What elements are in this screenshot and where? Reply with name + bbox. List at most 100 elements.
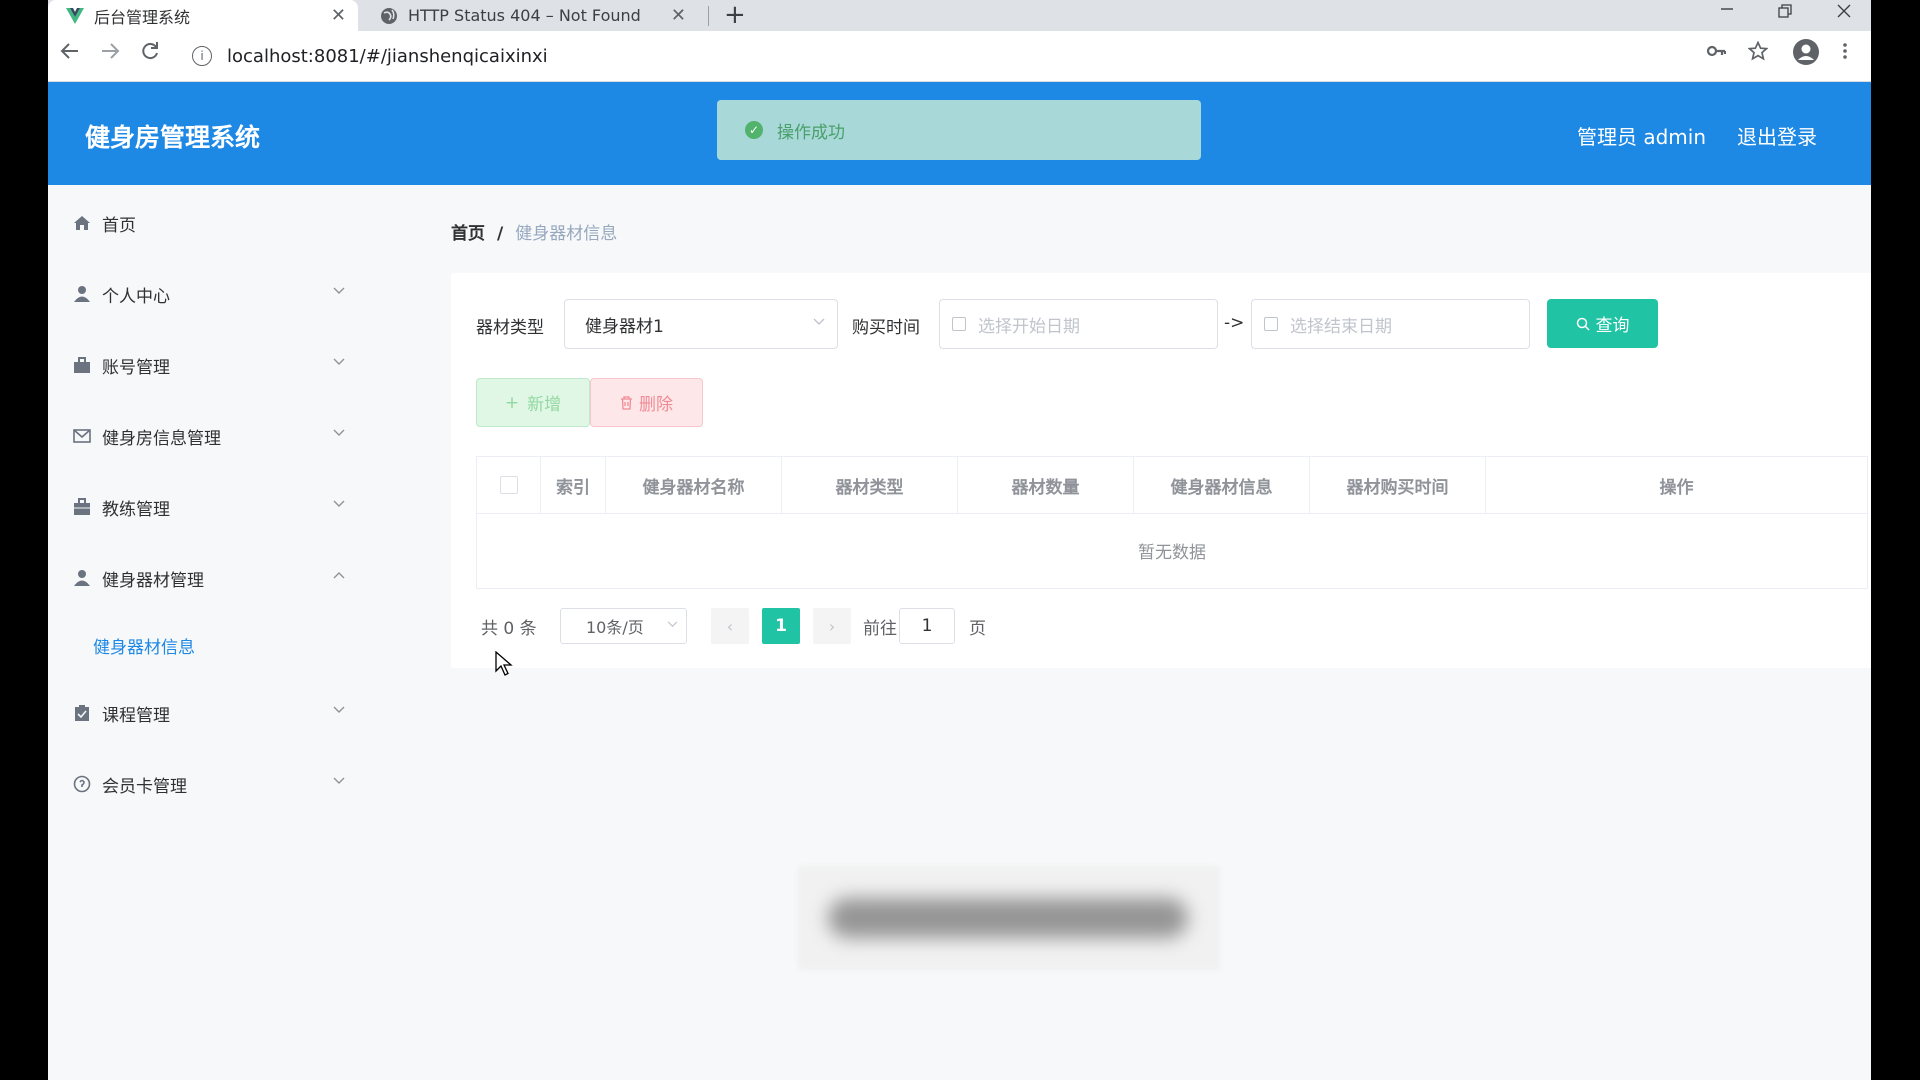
goto-label: 前往 <box>863 619 897 639</box>
page-number-current[interactable]: 1 <box>762 608 800 644</box>
suitcase-icon <box>72 497 92 517</box>
next-page-button[interactable]: › <box>813 608 851 644</box>
app-header: 健身房管理系统 ✓ 操作成功 管理员 admin 退出登录 <box>48 82 1871 185</box>
column-header[interactable]: 索引 <box>541 457 606 513</box>
add-button[interactable]: + 新增 <box>476 378 590 427</box>
user-icon <box>72 284 92 304</box>
chevron-down-icon <box>333 496 345 512</box>
start-date-placeholder: 选择开始日期 <box>978 316 1080 337</box>
back-icon[interactable] <box>60 41 80 68</box>
info-icon[interactable]: i <box>192 46 212 66</box>
check-circle-icon: ✓ <box>745 121 763 139</box>
breadcrumb: 首页 / 健身器材信息 <box>451 219 617 244</box>
pagination-total: 共 0 条 <box>481 619 537 639</box>
star-icon[interactable] <box>1747 40 1769 67</box>
sidebar-item-accounts[interactable]: 账号管理 <box>48 340 376 390</box>
close-window-icon[interactable] <box>1837 2 1851 24</box>
breadcrumb-current: 健身器材信息 <box>515 224 618 244</box>
column-header[interactable]: 器材类型 <box>782 457 958 513</box>
chevron-down-icon <box>667 617 678 632</box>
sidebar-item-member-cards[interactable]: 会员卡管理 <box>48 759 376 809</box>
calendar-icon <box>952 317 966 331</box>
sidebar-item-label: 个人中心 <box>102 286 170 307</box>
vue-logo-icon <box>66 7 84 25</box>
page-size-value: 10条/页 <box>586 618 644 637</box>
search-icon <box>1576 317 1590 331</box>
chevron-down-icon <box>333 425 345 441</box>
column-header[interactable]: 器材购买时间 <box>1310 457 1486 513</box>
success-toast: ✓ 操作成功 <box>717 100 1201 160</box>
type-select-value: 健身器材1 <box>585 316 664 337</box>
add-label: 新增 <box>527 395 562 415</box>
chevron-down-icon <box>333 354 345 370</box>
delete-button[interactable]: 删除 <box>590 378 703 427</box>
column-header[interactable]: 器材数量 <box>958 457 1134 513</box>
close-icon[interactable]: ✕ <box>671 5 686 26</box>
type-select[interactable]: 健身器材1 <box>564 299 838 349</box>
sidebar-item-home[interactable]: 首页 <box>48 198 376 248</box>
app-title: 健身房管理系统 <box>85 123 261 152</box>
menu-dots-icon[interactable] <box>1842 41 1848 67</box>
key-icon[interactable] <box>1706 41 1727 67</box>
home-icon <box>72 213 92 233</box>
page-size-select[interactable]: 10条/页 <box>560 608 687 644</box>
calendar-icon <box>1264 317 1278 331</box>
delete-label: 删除 <box>639 395 673 415</box>
chevron-down-icon <box>333 773 345 789</box>
equipment-table: 索引 健身器材名称 器材类型 器材数量 健身器材信息 器材购买时间 操作 暂无数… <box>476 456 1868 589</box>
column-header[interactable]: 健身器材名称 <box>606 457 782 513</box>
tab-404[interactable]: HTTP Status 404 – Not Found ✕ <box>358 0 708 31</box>
reload-icon[interactable] <box>140 41 160 68</box>
new-tab-button[interactable]: + <box>724 1 746 29</box>
sidebar-item-courses[interactable]: 课程管理 <box>48 688 376 738</box>
sidebar-item-equipment[interactable]: 健身器材管理 <box>48 553 376 603</box>
breadcrumb-home[interactable]: 首页 <box>451 224 485 244</box>
briefcase-icon <box>72 355 92 375</box>
empty-table-text: 暂无数据 <box>1138 543 1206 563</box>
type-label: 器材类型 <box>476 318 544 338</box>
date-range-arrow: -> <box>1224 313 1245 333</box>
logout-link[interactable]: 退出登录 <box>1737 121 1817 150</box>
current-user: 管理员 admin <box>1577 125 1707 149</box>
sidebar-item-label: 健身房信息管理 <box>102 428 221 449</box>
page-suffix: 页 <box>969 619 986 639</box>
mail-icon <box>72 426 92 446</box>
minimize-icon[interactable] <box>1720 0 1734 22</box>
blurred-text <box>828 898 1188 938</box>
column-header[interactable]: 健身器材信息 <box>1134 457 1310 513</box>
sidebar-item-label: 会员卡管理 <box>102 776 187 797</box>
tab-bar: 后台管理系统 ✕ HTTP Status 404 – Not Found ✕ + <box>48 0 1871 31</box>
start-date-input[interactable]: 选择开始日期 <box>939 299 1218 349</box>
chevron-down-icon <box>813 314 825 330</box>
sidebar-item-coaches[interactable]: 教练管理 <box>48 482 376 532</box>
column-header: 操作 <box>1659 477 1694 498</box>
query-button[interactable]: 查询 <box>1547 299 1658 348</box>
prev-page-button[interactable]: ‹ <box>711 608 749 644</box>
select-all-checkbox[interactable] <box>499 476 518 494</box>
address-bar[interactable]: i localhost:8081/#/jianshenqicaixinxi <box>174 35 1754 77</box>
globe-icon <box>380 7 398 25</box>
sidebar-subitem-equipment-info[interactable]: 健身器材信息 <box>93 633 195 658</box>
goto-page-input[interactable]: 1 <box>899 608 955 644</box>
forward-icon[interactable] <box>100 41 120 68</box>
chevron-left-icon: ‹ <box>726 616 734 636</box>
sidebar-item-label: 账号管理 <box>102 357 170 378</box>
end-date-placeholder: 选择结束日期 <box>1290 316 1392 337</box>
chevron-down-icon <box>333 283 345 299</box>
profile-icon[interactable] <box>1792 38 1820 72</box>
sidebar-item-personal[interactable]: 个人中心 <box>48 269 376 319</box>
sidebar-item-label: 课程管理 <box>102 705 170 726</box>
restore-icon[interactable] <box>1778 2 1792 24</box>
tab-admin[interactable]: 后台管理系统 ✕ <box>48 0 358 31</box>
end-date-input[interactable]: 选择结束日期 <box>1251 299 1530 349</box>
close-icon[interactable]: ✕ <box>331 5 346 26</box>
info-circle-icon <box>72 774 92 794</box>
sidebar-item-label: 教练管理 <box>102 499 170 520</box>
sidebar: 首页 个人中心 账号管理 健身房信息管理 教练管理 健身器材管理 健身器材信息 … <box>48 185 376 1080</box>
sidebar-item-gym-info[interactable]: 健身房信息管理 <box>48 411 376 461</box>
blurred-overlay <box>798 866 1220 970</box>
plus-icon: + <box>504 392 520 413</box>
equipment-card: 器材类型 健身器材1 购买时间 选择开始日期 -> 选择结束日期 查询 + 新增… <box>451 273 1871 668</box>
sidebar-item-label: 首页 <box>102 215 136 236</box>
chevron-right-icon: › <box>828 616 836 636</box>
